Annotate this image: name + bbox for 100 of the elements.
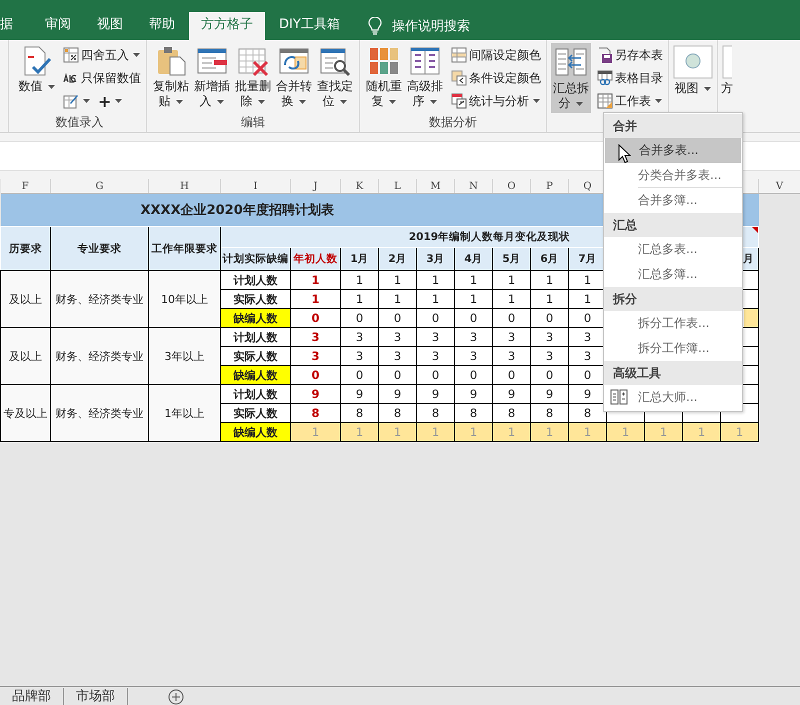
ribbon-button[interactable]: 另存本表: [596, 44, 664, 66]
column-header: M: [416, 179, 454, 194]
column-header: G: [50, 179, 148, 194]
clipboard-icon: [155, 45, 187, 77]
column-header: K: [340, 179, 378, 194]
menu-section-label: 合并: [613, 119, 637, 133]
statistics-icon: [451, 93, 467, 109]
table-cell: 1: [378, 422, 416, 442]
add-sheet-icon[interactable]: [168, 688, 184, 704]
menu-section-label: 汇总: [613, 218, 637, 232]
table-cell: 8: [454, 404, 492, 422]
ribbon-button[interactable]: 随机重复: [364, 43, 404, 113]
table-cell: 0: [340, 366, 378, 384]
table-cell: 缺编人数: [220, 422, 290, 442]
table-cell: 8: [492, 404, 530, 422]
table-cell: 3: [454, 346, 492, 366]
column-header: L: [378, 179, 416, 194]
ribbon-button[interactable]: 统计与分析: [450, 90, 542, 112]
table-cell: 财务、经济类专业: [50, 270, 148, 328]
table-cell: 8: [530, 404, 568, 422]
header-cell: 工作年限要求: [148, 226, 220, 270]
lightbulb-icon[interactable]: [368, 17, 382, 35]
ribbon-button[interactable]: 查找定位: [315, 43, 355, 113]
striped-table-icon: [451, 47, 467, 63]
table-cell: 计划人数: [220, 384, 290, 404]
ribbon-button[interactable]: 复制粘贴: [151, 43, 191, 113]
conditional-table-icon: [451, 70, 467, 86]
table-cell: 0: [290, 366, 340, 384]
group-label: 编辑: [241, 115, 265, 129]
ribbon-button[interactable]: 高级排序: [405, 43, 445, 113]
table-cell: 1: [416, 422, 454, 442]
menu-item[interactable]: 汇总大师...: [604, 385, 742, 410]
table-cell: 3年以上: [148, 328, 220, 384]
table-cell: 9: [416, 384, 454, 404]
mouse-cursor-icon: [618, 144, 631, 164]
header-cell: 专业要求: [50, 226, 148, 270]
ribbon-button[interactable]: 批量删除: [233, 43, 273, 113]
table-cell: 计划人数: [220, 328, 290, 346]
header-cell: 2019年编制人数每月变化及现状: [408, 231, 570, 243]
ribbon-button[interactable]: 只保留数值: [62, 67, 142, 89]
save-icon: [597, 47, 613, 63]
table-cell: 0: [340, 308, 378, 328]
ribbon-button[interactable]: 数值: [17, 43, 57, 113]
table-cell: 3: [454, 328, 492, 346]
table-cell: 0: [530, 308, 568, 328]
sheet-tab[interactable]: 品牌部: [0, 688, 64, 705]
table-cell: 实际人数: [220, 346, 290, 366]
menu-item[interactable]: 拆分工作簿...: [604, 336, 742, 361]
ribbon-button[interactable]: 间隔设定颜色: [450, 44, 542, 66]
percent-grid-icon: [63, 47, 79, 63]
ribbon-button[interactable]: 工作表: [596, 90, 664, 112]
table-cell: 3: [290, 328, 340, 346]
menu-item[interactable]: 分类合并多表...: [638, 163, 742, 188]
column-header: P: [530, 179, 568, 194]
ribbon-button[interactable]: +: [97, 90, 124, 112]
menu-item[interactable]: 合并多簿...: [604, 188, 742, 213]
ribbon-button[interactable]: 合并转换: [274, 43, 314, 113]
ribbon-tab[interactable]: 视图: [85, 12, 135, 40]
table-cell: 0: [492, 308, 530, 328]
table-cell: 3: [340, 346, 378, 366]
table-cell: 财务、经济类专业: [50, 384, 148, 442]
header-cell: 4月: [454, 248, 492, 270]
table-cell: 8: [340, 404, 378, 422]
ribbon-button[interactable]: 条件设定颜色: [450, 67, 542, 89]
table-cell: 财务、经济类专业: [50, 328, 148, 384]
table-cell: 1: [530, 422, 568, 442]
menu-section-label: 拆分: [613, 292, 637, 306]
table-cell: 3: [378, 328, 416, 346]
table-cell: 8: [378, 404, 416, 422]
table-cell: 1: [682, 422, 720, 442]
table-cell: 3: [416, 346, 454, 366]
ribbon-button[interactable]: 新增插入: [192, 43, 232, 113]
ribbon-button[interactable]: 表格目录: [596, 67, 664, 89]
sheet-tab[interactable]: 市场部: [64, 688, 128, 705]
table-cell: 3: [290, 346, 340, 366]
table-cell: 0: [454, 366, 492, 384]
table-cell: 1: [290, 422, 340, 442]
ribbon-tab[interactable]: 方方格子: [189, 12, 265, 40]
group-label: 数据分析: [429, 115, 477, 129]
table-cell: 1: [454, 270, 492, 290]
table-cell: 实际人数: [220, 290, 290, 308]
search-tell-me-link[interactable]: 操作说明搜索: [392, 17, 470, 35]
ribbon-button[interactable]: 方: [720, 43, 734, 113]
ribbon-tab[interactable]: 审阅: [33, 12, 83, 40]
table-cell: 9: [290, 384, 340, 404]
menu-item[interactable]: 合并多表...: [605, 138, 741, 163]
table-cell: 10年以上: [148, 270, 220, 328]
ribbon-tab[interactable]: 帮助: [137, 12, 187, 40]
table-cell: 0: [290, 308, 340, 328]
ribbon-tab[interactable]: DIY工具箱: [267, 12, 352, 40]
ribbon-tab[interactable]: 据: [0, 12, 25, 40]
ribbon-button[interactable]: 视图: [673, 43, 713, 113]
table-cell: 1: [530, 270, 568, 290]
menu-item[interactable]: 拆分工作表...: [604, 311, 742, 336]
table-cell: 1: [378, 290, 416, 308]
ribbon-button[interactable]: 汇总拆分: [551, 43, 591, 113]
column-header: V: [758, 179, 800, 194]
ribbon-button[interactable]: 四舍五入: [62, 44, 142, 66]
table-cell: 1: [606, 422, 644, 442]
column-header: O: [492, 179, 530, 194]
